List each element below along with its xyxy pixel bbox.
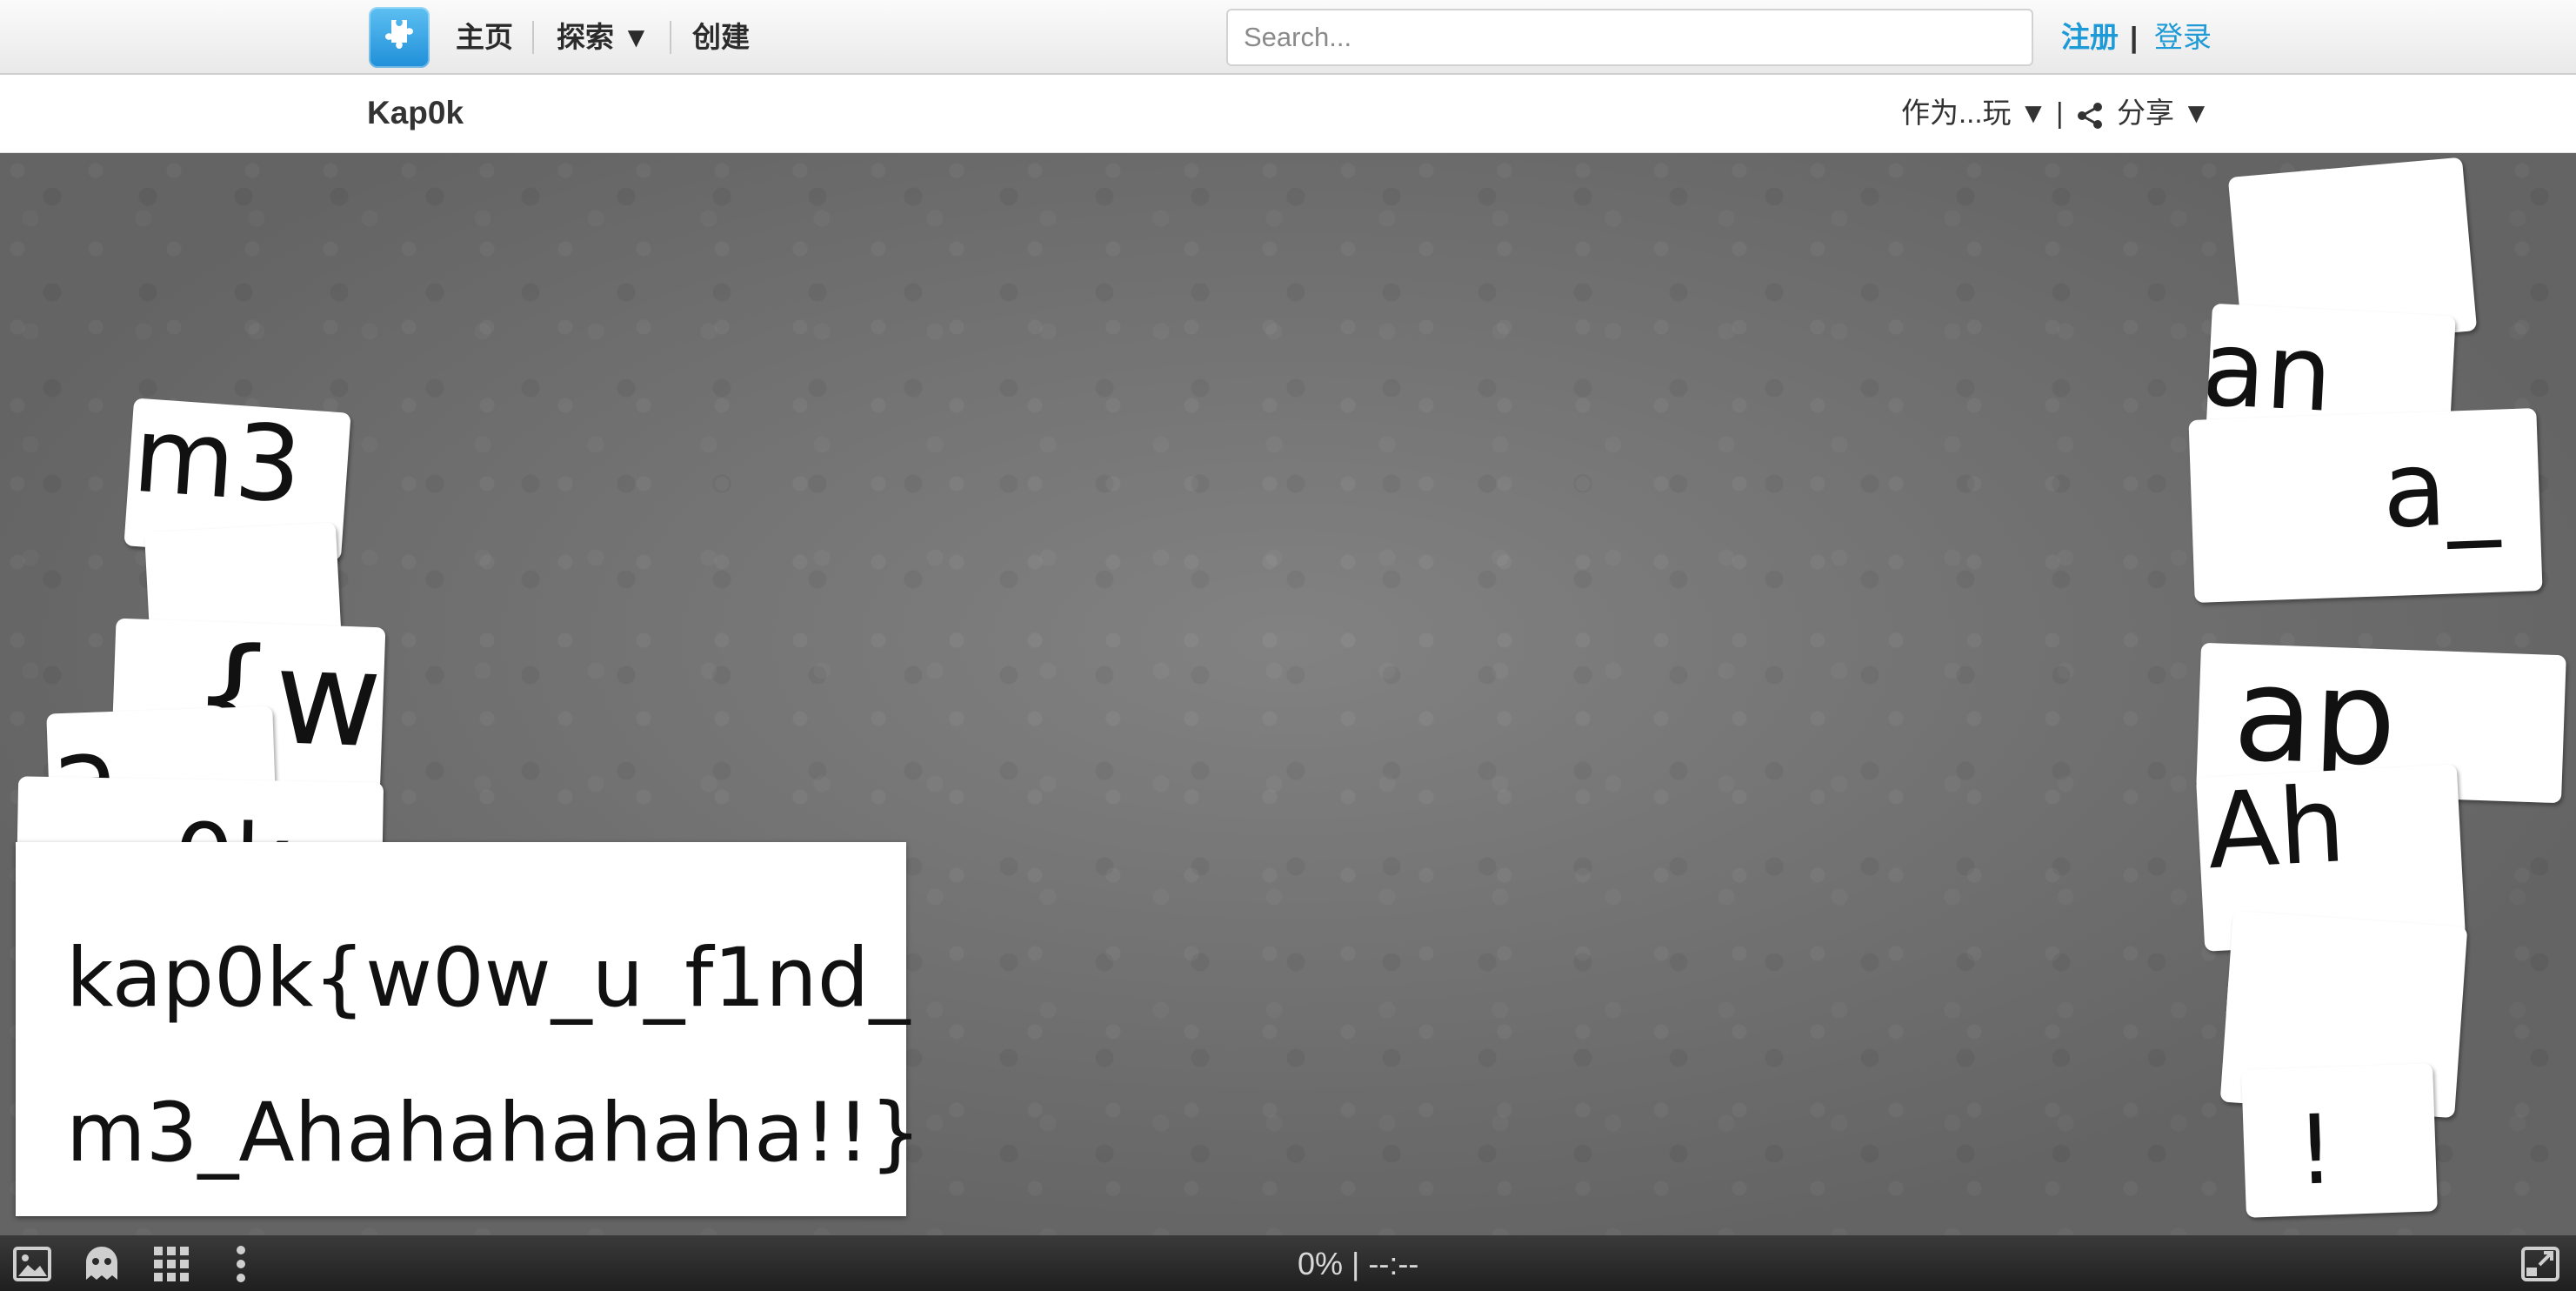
piece-text: m3 bbox=[129, 398, 306, 527]
share-dropdown[interactable]: 分享 ▼ bbox=[2117, 94, 2211, 132]
nav-home-link[interactable]: 主页 bbox=[456, 19, 513, 56]
piece-text: ! bbox=[2294, 1094, 2337, 1207]
status-divider: | bbox=[1351, 1246, 1360, 1281]
puzzle-piece[interactable]: a_ bbox=[2188, 408, 2543, 603]
puzzle-header: Kap0k 作为...玩 ▼ | 分享 ▼ bbox=[0, 75, 2576, 153]
piece-text: an bbox=[2206, 308, 2336, 436]
play-as-dropdown[interactable]: 作为...玩 ▼ bbox=[1901, 94, 2047, 132]
progress-percent: 0% bbox=[1298, 1246, 1344, 1281]
login-link[interactable]: 登录 bbox=[2154, 19, 2212, 56]
preview-text-line-2: m3_Ahahahahaha!!} bbox=[66, 1086, 922, 1181]
fullscreen-icon[interactable] bbox=[2520, 1244, 2560, 1284]
grid-icon[interactable] bbox=[151, 1244, 191, 1284]
top-navigation-bar: 主页 探索 ▼ 创建 注册 | 登录 bbox=[0, 0, 2576, 75]
nav-create-link[interactable]: 创建 bbox=[692, 19, 750, 56]
ghost-icon[interactable] bbox=[82, 1244, 122, 1284]
piece-text: a_ bbox=[2380, 426, 2501, 552]
progress-status: 0% | --:-- bbox=[1298, 1246, 1418, 1282]
piece-text: Ah bbox=[2204, 765, 2348, 893]
nav-explore-dropdown[interactable]: 探索 ▼ bbox=[557, 19, 651, 56]
header-divider: | bbox=[2056, 97, 2064, 129]
puzzle-toolbar: 0% | --:-- bbox=[0, 1235, 2576, 1291]
auth-divider: | bbox=[2130, 21, 2139, 53]
puzzle-piece-icon[interactable] bbox=[369, 7, 430, 68]
more-vertical-icon[interactable] bbox=[221, 1244, 261, 1284]
nav-divider bbox=[532, 21, 534, 54]
share-icon[interactable] bbox=[2075, 101, 2105, 135]
puzzle-piece[interactable]: ! bbox=[2241, 1063, 2438, 1218]
image-preview-icon[interactable] bbox=[12, 1244, 52, 1284]
register-link[interactable]: 注册 bbox=[2061, 19, 2119, 56]
timer: --:-- bbox=[1368, 1246, 1419, 1281]
puzzle-board[interactable]: m3 {w a 0k an a_ ap Ah ! kap0k{w0w_u_f1n… bbox=[0, 153, 2576, 1235]
puzzle-title: Kap0k bbox=[367, 95, 464, 130]
puzzle-preview-image: kap0k{w0w_u_f1nd_ m3_Ahahahahaha!!} bbox=[16, 842, 922, 1216]
piece-text: ap bbox=[2231, 642, 2399, 796]
preview-text-line-1: kap0k{w0w_u_f1nd_ bbox=[66, 931, 911, 1026]
nav-divider bbox=[670, 21, 671, 54]
search-input[interactable] bbox=[1226, 9, 2033, 66]
